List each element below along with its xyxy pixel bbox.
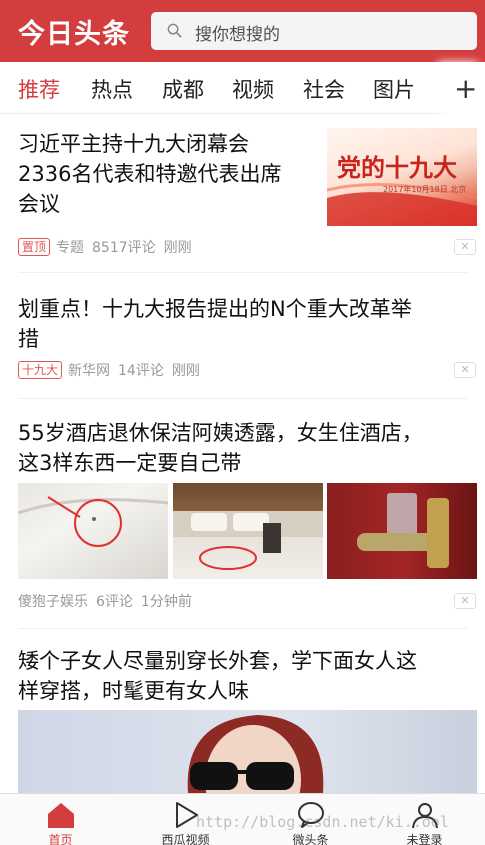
article-meta: 置顶 专题 8517评论 刚刚 — [18, 237, 200, 257]
nav-label: 西瓜视频 — [161, 833, 210, 845]
article-source: 新华网 — [68, 363, 111, 379]
tab-society[interactable]: 社会 — [303, 74, 345, 104]
article-source: 傻狍子娱乐 — [18, 594, 88, 610]
tab-chengdu[interactable]: 成都 — [162, 74, 204, 104]
article-time: 刚刚 — [171, 363, 200, 379]
article-thumbnail — [327, 483, 477, 579]
comment-count: 8517评论 — [92, 240, 156, 256]
search-input[interactable]: 搜你想搜的 — [151, 12, 477, 50]
comment-count: 14评论 — [118, 363, 164, 379]
app-logo[interactable]: 今日头条 — [18, 12, 130, 51]
nav-label: 微头条 — [292, 833, 329, 845]
tab-pictures[interactable]: 图片 — [373, 74, 415, 104]
article-title: 习近平主持十九大闭幕会 2336名代表和特邀代表出席 会议 — [18, 132, 282, 216]
tab-video[interactable]: 视频 — [232, 74, 274, 104]
article-title: 矮个子女人尽量别穿长外套，学下面女人这 样穿搭，时髦更有女人味 — [18, 649, 417, 703]
channel-tabs: 推荐 热点 成都 视频 社会 图片 — [0, 62, 485, 114]
divider — [18, 272, 467, 273]
tab-hot[interactable]: 热点 — [91, 74, 133, 104]
article-meta: 傻狍子娱乐 6评论 1分钟前 — [18, 591, 200, 611]
article-meta: 十九大 新华网 14评论 刚刚 — [18, 360, 208, 380]
dismiss-button[interactable]: ✕ — [454, 239, 476, 255]
search-placeholder: 搜你想搜的 — [195, 25, 280, 45]
door-handle-photo — [357, 493, 449, 568]
banner-caption: 2017年10月18日 北京 — [383, 185, 467, 194]
article-title: 划重点！十九大报告提出的N个重大改革举 措 — [18, 297, 412, 351]
article-thumbnail — [18, 483, 168, 579]
add-channel-button[interactable]: + — [446, 62, 485, 114]
nav-home[interactable]: 首页 — [0, 794, 121, 845]
divider — [18, 398, 467, 399]
article-thumbnail — [18, 710, 477, 793]
plus-icon: + — [454, 72, 478, 105]
article-source: 专题 — [56, 240, 85, 256]
pinned-badge: 置顶 — [18, 238, 51, 256]
article-time: 刚刚 — [163, 240, 192, 256]
article-title: 55岁酒店退休保洁阿姨透露，女生住酒店， 这3样东西一定要自己带 — [18, 421, 423, 475]
topic-badge: 十九大 — [18, 361, 63, 379]
article-thumbnail — [173, 483, 323, 579]
banner-title: 党的十九大 — [337, 153, 457, 182]
bedsheet-photo — [18, 496, 168, 547]
hotel-bed-photo — [173, 511, 323, 570]
woman-photo — [187, 715, 324, 793]
article-thumbnail: 党的十九大 2017年10月18日 北京 — [327, 128, 477, 226]
nav-label: 首页 — [48, 833, 73, 845]
home-icon — [48, 803, 74, 828]
article-time: 1分钟前 — [140, 594, 192, 610]
tab-recommend[interactable]: 推荐 — [18, 74, 60, 104]
search-icon — [167, 23, 182, 38]
comment-count: 6评论 — [96, 594, 133, 610]
dismiss-button[interactable]: ✕ — [454, 362, 476, 378]
nav-label: 未登录 — [406, 833, 443, 845]
watermark-text: http://blog.csdn.net/ki..ool — [196, 813, 449, 831]
divider — [18, 628, 467, 629]
top-header: 今日头条 搜你想搜的 — [0, 0, 485, 62]
dismiss-button[interactable]: ✕ — [454, 593, 476, 609]
